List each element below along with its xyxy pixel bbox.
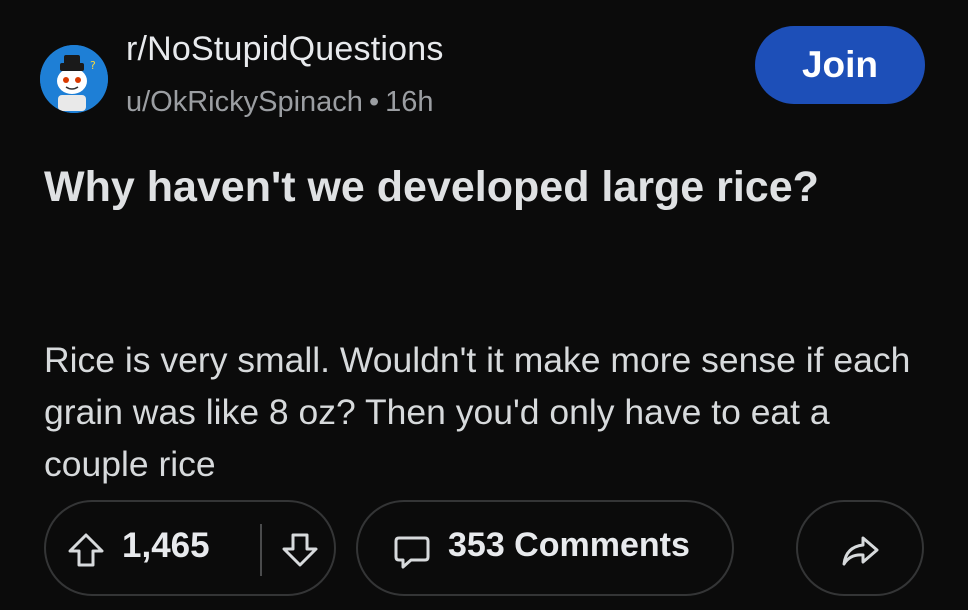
post-age: 16h [385,86,434,118]
subreddit-avatar-icon[interactable]: ? [40,45,108,113]
comments-count-label: 353 Comments [448,526,690,564]
post-card: ? r/NoStupidQuestions u/OkRickySpinach • 1… [0,0,968,610]
meta-separator: • [368,86,380,118]
share-arrow-icon [842,536,879,566]
vote-divider [260,524,262,576]
post-meta: u/OkRickySpinach • 16h [126,86,433,119]
comments-button[interactable]: 353 Comments [356,500,734,596]
vote-control: 1,465 [44,500,336,596]
join-button[interactable]: Join [755,26,925,104]
upvote-arrow-icon[interactable] [66,530,106,570]
vote-count: 1,465 [122,526,210,565]
comment-bubble-icon [394,536,430,569]
post-body: Rice is very small. Wouldn't it make mor… [44,340,911,484]
post-actions: 1,465 353 Comments [44,500,924,596]
post-title[interactable]: Why haven't we developed large rice? [44,158,924,216]
share-button[interactable] [796,500,924,596]
post-header: ? r/NoStupidQuestions u/OkRickySpinach • 1… [40,26,940,122]
subreddit-name[interactable]: r/NoStupidQuestions [126,30,444,69]
author-link[interactable]: u/OkRickySpinach [126,86,363,118]
downvote-arrow-icon[interactable] [280,530,320,570]
svg-text:?: ? [90,59,96,72]
